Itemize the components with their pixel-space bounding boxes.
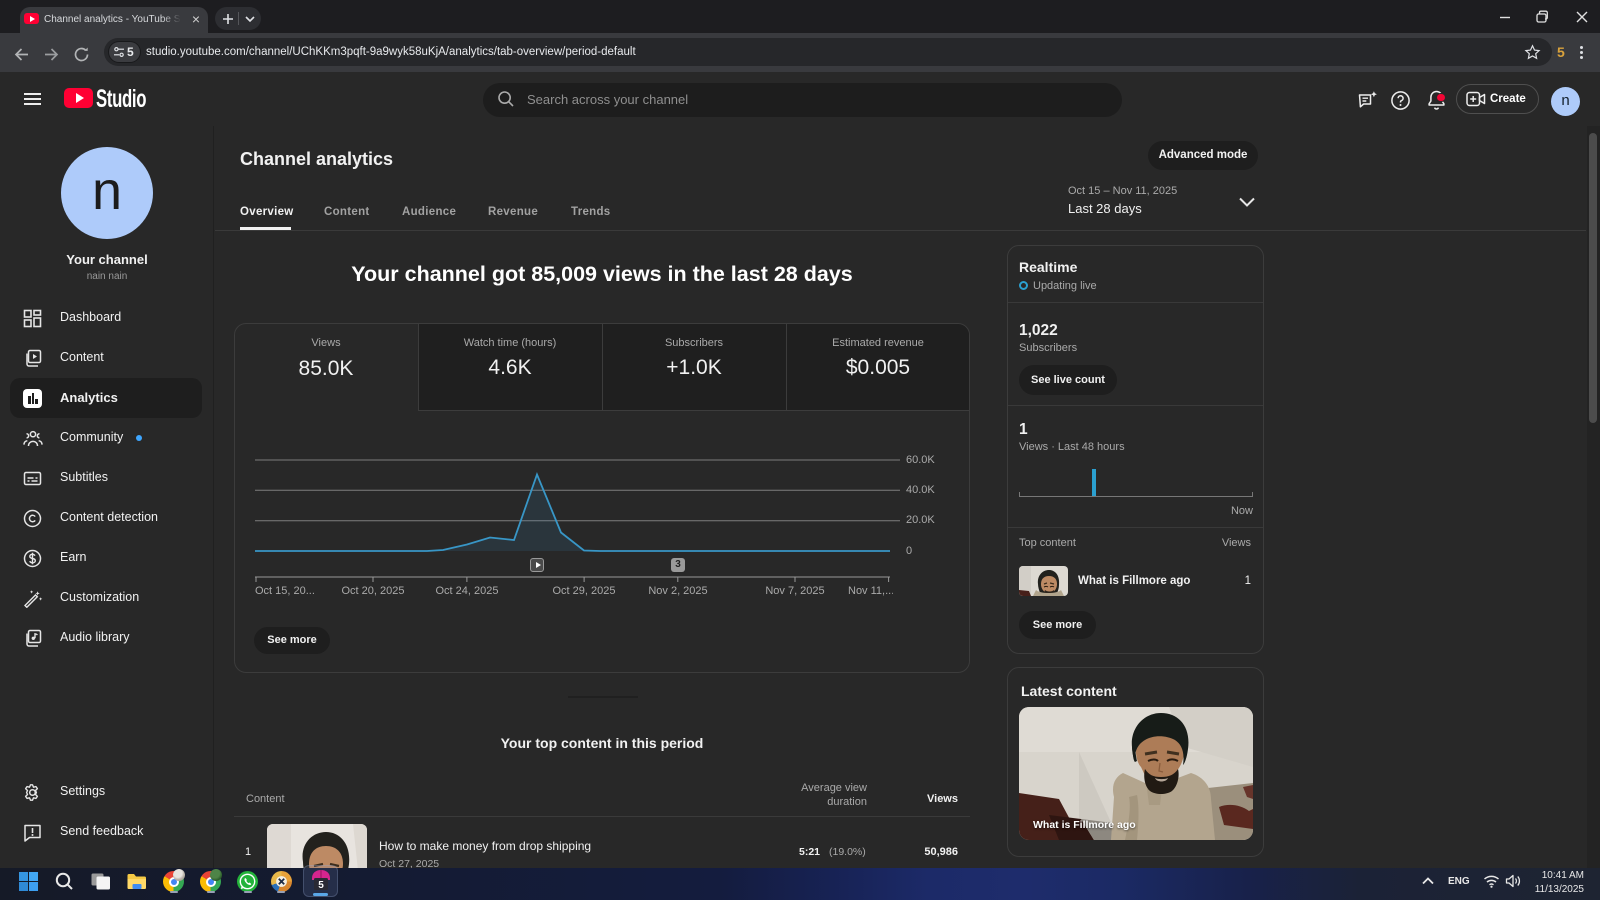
svg-text:5: 5 <box>318 880 324 891</box>
